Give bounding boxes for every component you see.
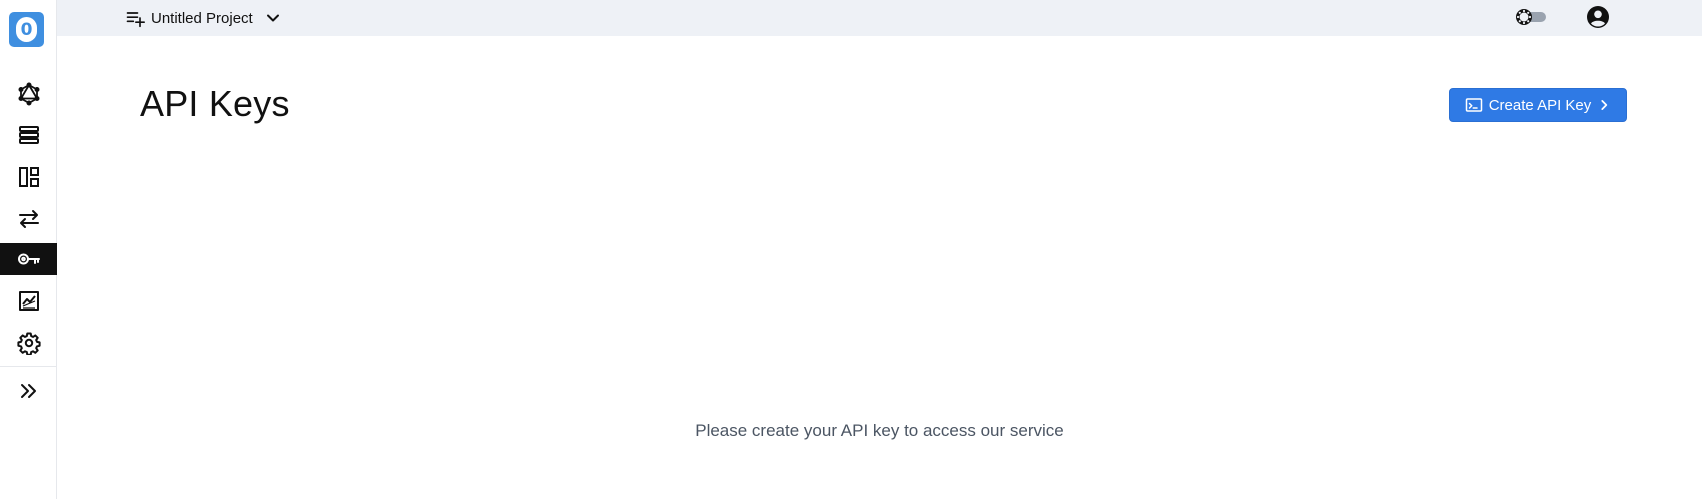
gear-icon (16, 332, 41, 355)
chart-icon (18, 291, 39, 311)
arrows-exchange-icon (18, 210, 39, 228)
account-avatar[interactable] (1586, 5, 1610, 29)
sidebar-item-graphql[interactable] (0, 78, 57, 110)
project-selector[interactable]: Untitled Project (125, 7, 283, 29)
sidebar-item-database[interactable] (0, 119, 57, 151)
sidebar-divider (0, 366, 57, 367)
page-title: API Keys (140, 83, 290, 124)
empty-state-message: Please create your API key to access our… (695, 421, 1064, 440)
terminal-icon (1465, 98, 1482, 112)
topbar: Untitled Project (57, 0, 1702, 36)
database-icon (18, 126, 39, 144)
sidebar-item-api-keys[interactable] (0, 243, 57, 275)
sidebar-item-settings[interactable] (0, 327, 57, 359)
playlist-add-icon (126, 12, 145, 28)
sidebar-item-dashboard[interactable] (0, 161, 57, 193)
sidebar-item-transfers[interactable] (0, 203, 57, 235)
logo-text: 0 (16, 17, 37, 42)
account-circle-icon (1587, 6, 1609, 28)
theme-toggle[interactable] (1514, 7, 1548, 27)
sidebar-expand-button[interactable] (0, 375, 57, 407)
double-chevron-right-icon (20, 384, 36, 398)
sidebar-item-analytics[interactable] (0, 285, 57, 317)
chevron-down-icon (266, 14, 279, 22)
app-logo[interactable]: 0 (9, 12, 44, 47)
app-root: 0 Untitled Project API Keys Create API K… (0, 0, 1702, 499)
project-name: Untitled Project (151, 9, 253, 27)
sun-toggle-icon (1516, 9, 1546, 25)
create-api-key-label: Create API Key (1488, 96, 1592, 114)
dashboard-icon (18, 167, 39, 187)
create-api-key-button[interactable]: Create API Key (1449, 88, 1627, 122)
graphql-icon (18, 82, 39, 106)
key-icon (17, 253, 40, 265)
chevron-right-icon (1601, 100, 1608, 110)
sidebar: 0 (0, 0, 57, 499)
